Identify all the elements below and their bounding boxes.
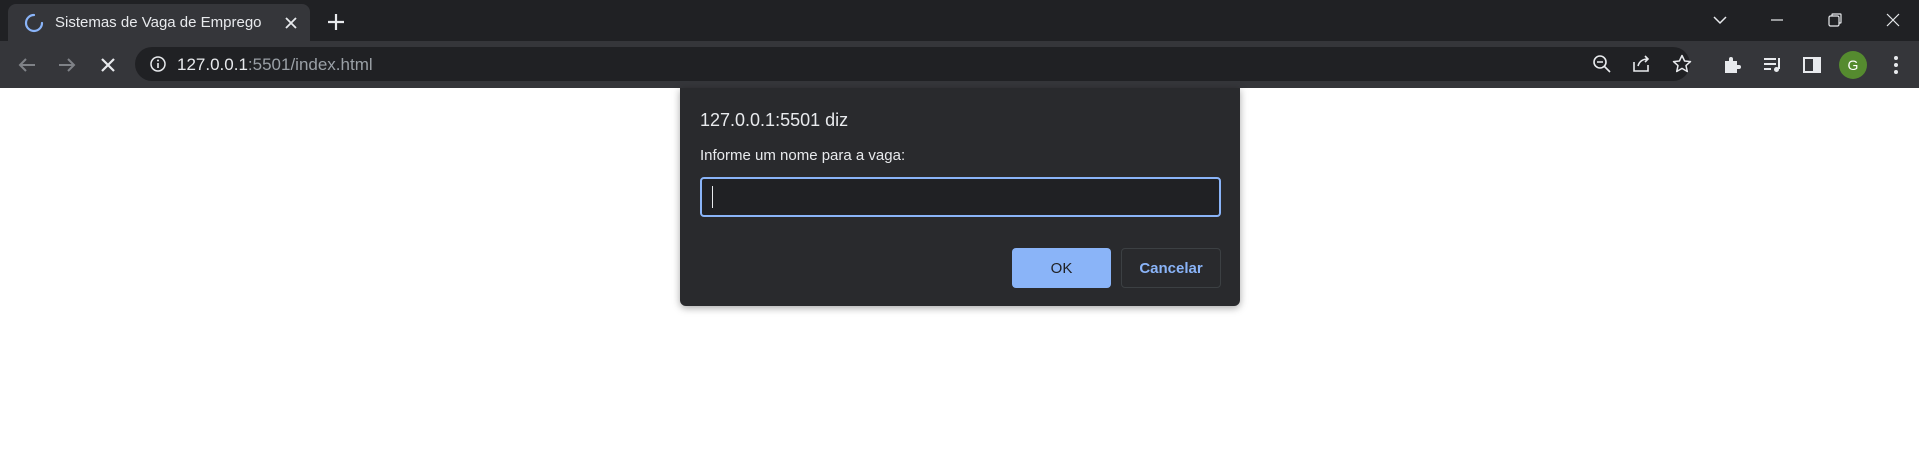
dialog-message: Informe um nome para a vaga: bbox=[700, 147, 906, 164]
close-icon[interactable] bbox=[1883, 10, 1903, 30]
forward-arrow-icon[interactable] bbox=[55, 53, 79, 77]
url-path: :5501/index.html bbox=[247, 55, 373, 74]
url-host: 127.0.0.1 bbox=[177, 55, 248, 74]
dialog-title: 127.0.0.1:5501 diz bbox=[700, 110, 849, 130]
address-bar[interactable]: 127.0.0.1:5501/index.html bbox=[135, 47, 1693, 81]
media-queue-icon[interactable] bbox=[1761, 53, 1785, 77]
side-panel-icon[interactable] bbox=[1800, 53, 1824, 77]
minimize-icon[interactable] bbox=[1767, 10, 1787, 30]
zoom-out-icon[interactable] bbox=[1591, 53, 1613, 75]
restore-icon[interactable] bbox=[1825, 10, 1845, 30]
prompt-input[interactable] bbox=[700, 177, 1221, 217]
share-icon[interactable] bbox=[1631, 53, 1653, 75]
ok-button[interactable]: OK bbox=[1012, 248, 1111, 288]
tab-strip: Sistemas de Vaga de Emprego bbox=[0, 0, 1919, 41]
cancel-button[interactable]: Cancelar bbox=[1121, 248, 1221, 288]
stop-icon[interactable] bbox=[96, 53, 120, 77]
close-icon[interactable] bbox=[282, 14, 300, 32]
browser-toolbar: 127.0.0.1:5501/index.html G bbox=[0, 41, 1919, 88]
browser-tab[interactable]: Sistemas de Vaga de Emprego bbox=[8, 4, 310, 41]
text-caret bbox=[712, 186, 713, 208]
spinner-icon bbox=[24, 13, 44, 33]
plus-icon[interactable] bbox=[325, 11, 347, 33]
tab-search-icon[interactable] bbox=[1710, 10, 1730, 30]
back-arrow-icon[interactable] bbox=[15, 53, 39, 77]
prompt-dialog: 127.0.0.1:5501 diz Informe um nome para … bbox=[680, 88, 1240, 306]
tab-title: Sistemas de Vaga de Emprego bbox=[55, 14, 262, 31]
puzzle-icon[interactable] bbox=[1720, 53, 1744, 77]
url-text: 127.0.0.1:5501/index.html bbox=[177, 55, 373, 75]
star-icon[interactable] bbox=[1671, 53, 1693, 75]
info-icon[interactable] bbox=[149, 55, 167, 73]
avatar[interactable]: G bbox=[1839, 51, 1867, 79]
kebab-menu-icon[interactable] bbox=[1884, 53, 1908, 77]
